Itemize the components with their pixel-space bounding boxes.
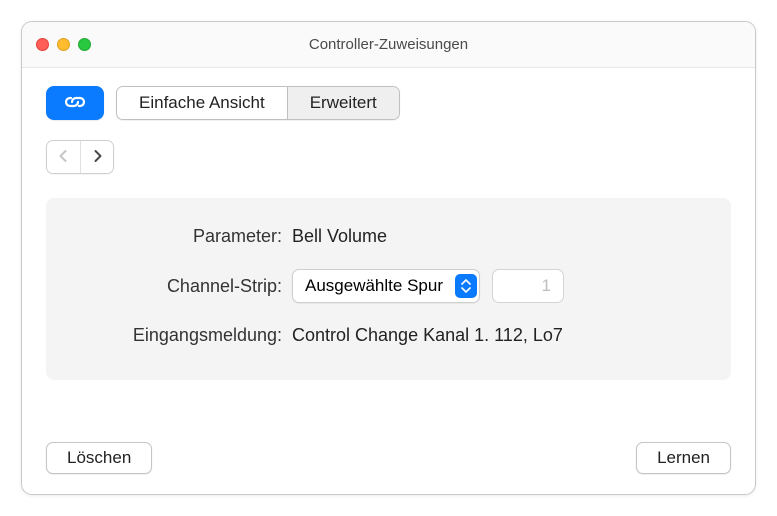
view-toolbar: Einfache Ansicht Erweitert (46, 86, 731, 120)
delete-button[interactable]: Löschen (46, 442, 152, 474)
view-mode-segment: Einfache Ansicht Erweitert (116, 86, 400, 120)
channel-strip-select[interactable]: Ausgewählte Spur (292, 269, 480, 303)
assignment-panel: Parameter: Bell Volume Channel-Strip: Au… (46, 198, 731, 380)
easy-view-button[interactable]: Einfache Ansicht (117, 87, 287, 119)
parameter-row: Parameter: Bell Volume (70, 226, 707, 247)
parameter-value: Bell Volume (292, 226, 387, 247)
chevron-left-icon (58, 149, 69, 166)
expert-view-button[interactable]: Erweitert (287, 87, 399, 119)
channel-strip-select-value: Ausgewählte Spur (305, 276, 455, 296)
input-message-value: Control Change Kanal 1. 112, Lo7 (292, 325, 563, 346)
channel-strip-controls: Ausgewählte Spur (292, 269, 564, 303)
close-icon[interactable] (36, 38, 49, 51)
parameter-label: Parameter: (70, 226, 292, 247)
history-nav (46, 140, 114, 174)
link-icon (63, 94, 87, 113)
channel-strip-row: Channel-Strip: Ausgewählte Spur (70, 269, 707, 303)
input-message-label: Eingangsmeldung: (70, 325, 292, 346)
channel-strip-label: Channel-Strip: (70, 276, 292, 297)
minimize-icon[interactable] (57, 38, 70, 51)
popup-arrows-icon (455, 274, 477, 298)
input-message-row: Eingangsmeldung: Control Change Kanal 1.… (70, 325, 707, 346)
nav-row (46, 140, 731, 174)
chevron-right-icon (92, 149, 103, 166)
content-area: Einfache Ansicht Erweitert P (22, 68, 755, 494)
titlebar: Controller-Zuweisungen (22, 22, 755, 68)
link-button[interactable] (46, 86, 104, 120)
channel-strip-number-field[interactable] (492, 269, 564, 303)
nav-back-button[interactable] (47, 141, 80, 173)
zoom-icon[interactable] (78, 38, 91, 51)
window-controls (36, 38, 91, 51)
window-title: Controller-Zuweisungen (22, 36, 755, 53)
nav-forward-button[interactable] (80, 141, 113, 173)
controller-assignments-window: Controller-Zuweisungen Einfache Ansicht … (21, 21, 756, 495)
learn-button[interactable]: Lernen (636, 442, 731, 474)
footer: Löschen Lernen (46, 424, 731, 474)
